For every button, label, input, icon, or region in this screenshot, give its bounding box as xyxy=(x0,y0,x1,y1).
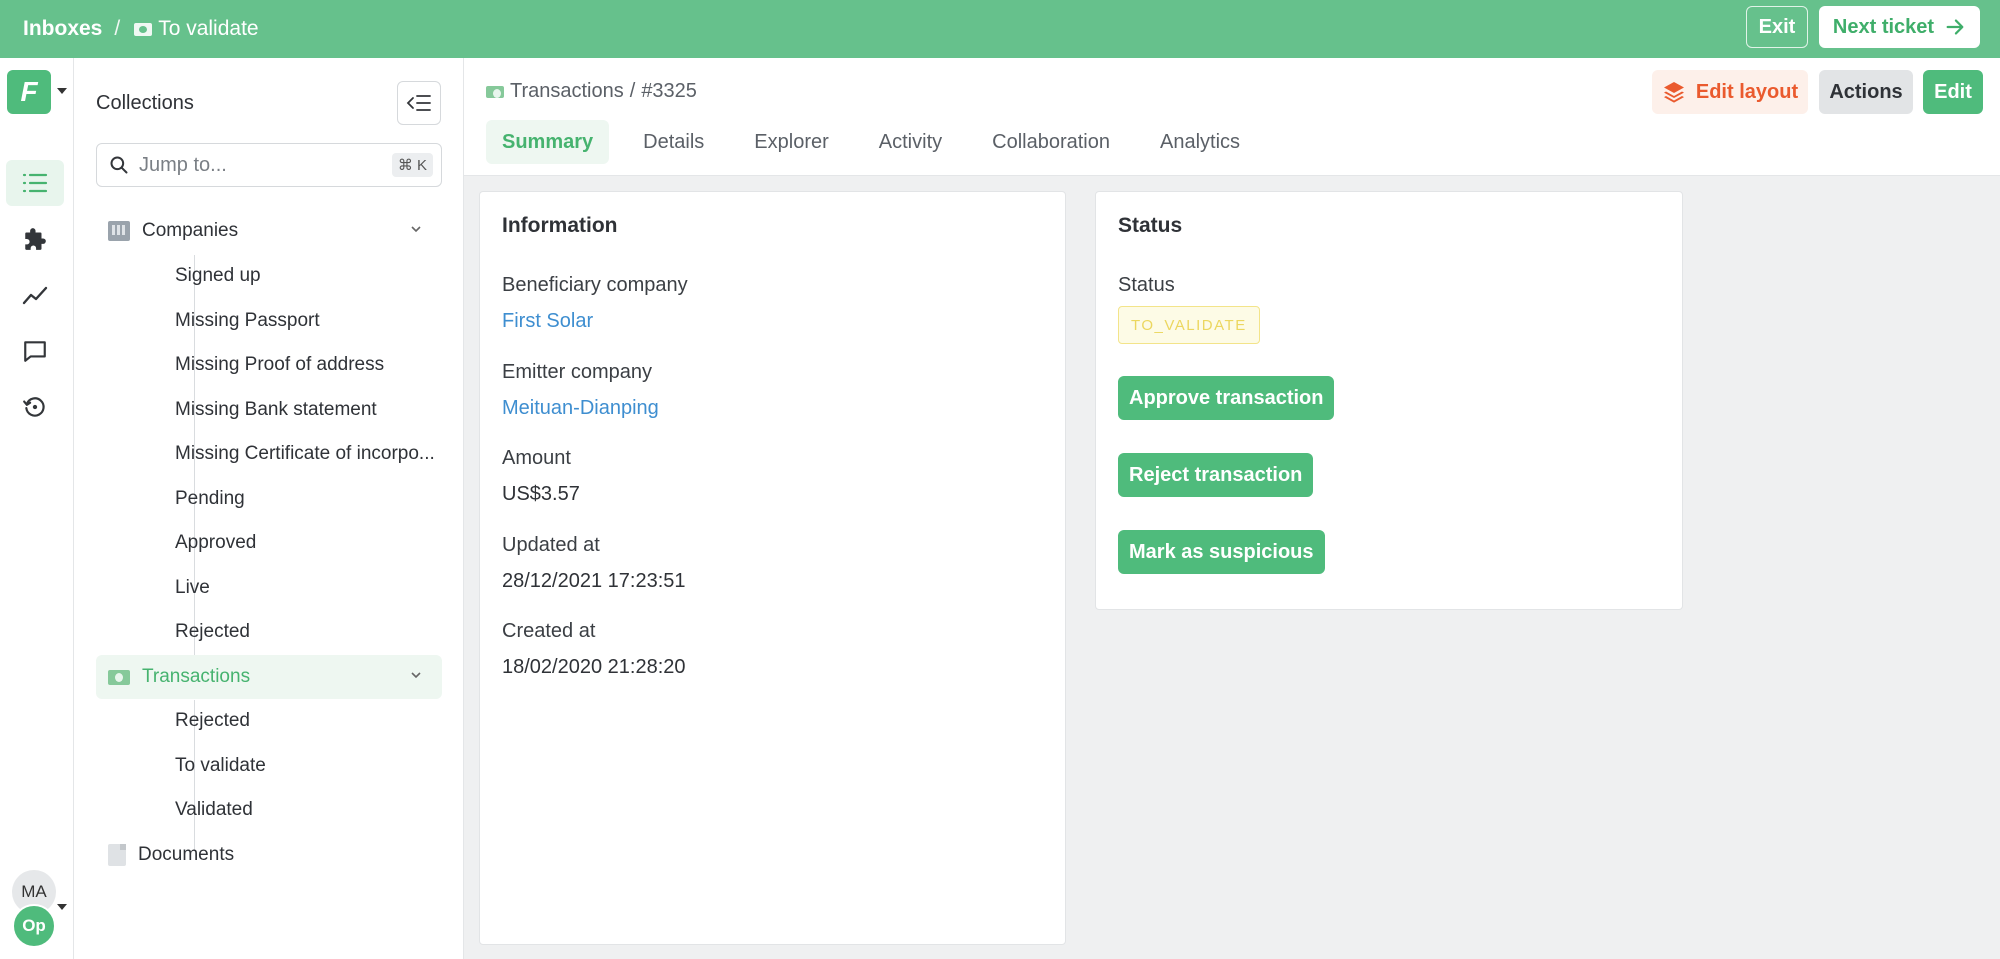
app-logo[interactable]: F xyxy=(7,70,51,114)
tree-group-companies[interactable]: Companies xyxy=(96,209,442,253)
breadcrumb-separator: / xyxy=(114,17,121,40)
tab-explorer[interactable]: Explorer xyxy=(738,120,844,164)
edit-layout-button[interactable]: Edit layout xyxy=(1652,70,1808,114)
record-header: Transactions / #3325 Edit layout Actions… xyxy=(464,58,2000,176)
layers-icon xyxy=(1663,82,1684,103)
tree-item-missing-proof-of-address[interactable]: Missing Proof of address xyxy=(96,343,442,387)
status-title: Status xyxy=(1118,214,1183,237)
breadcrumb-current: To validate xyxy=(158,17,259,40)
list-icon xyxy=(22,173,48,193)
updated-at-value: 28/12/2021 17:23:51 xyxy=(502,570,686,592)
org-avatar[interactable]: Op xyxy=(12,904,56,948)
created-at-value: 18/02/2020 21:28:20 xyxy=(502,656,686,678)
caret-down-icon[interactable] xyxy=(57,88,67,94)
edit-layout-label: Edit layout xyxy=(1695,80,1799,103)
jump-placeholder: Jump to... xyxy=(139,153,227,176)
field-label-emitter: Emitter company xyxy=(502,361,653,383)
next-ticket-label: Next ticket xyxy=(1832,15,1935,38)
mark-suspicious-button[interactable]: Mark as suspicious xyxy=(1118,530,1325,574)
record-id: #3325 xyxy=(641,80,697,102)
breadcrumb-inboxes-link[interactable]: Inboxes xyxy=(23,17,102,41)
tree-group-documents[interactable]: Documents xyxy=(96,833,442,877)
status-card: Status Status TO_VALIDATE Approve transa… xyxy=(1095,191,1683,610)
history-icon xyxy=(23,397,45,417)
field-label-updated-at: Updated at xyxy=(502,534,600,556)
tree-group-transactions[interactable]: Transactions xyxy=(96,655,442,699)
field-label-beneficiary: Beneficiary company xyxy=(502,274,688,296)
tree-item-missing-passport[interactable]: Missing Passport xyxy=(96,299,442,343)
tree-item-live[interactable]: Live xyxy=(96,566,442,610)
search-icon xyxy=(110,156,128,174)
jump-to-search[interactable]: Jump to... ⌘ K xyxy=(96,143,442,187)
breadcrumb: Inboxes / To validate xyxy=(23,0,259,58)
tree-item-pending[interactable]: Pending xyxy=(96,477,442,521)
rail-history[interactable] xyxy=(6,384,64,430)
tree-item-validated[interactable]: Validated xyxy=(96,788,442,832)
money-icon xyxy=(486,85,504,98)
approve-transaction-button[interactable]: Approve transaction xyxy=(1118,376,1335,420)
record-collection-link[interactable]: Transactions xyxy=(510,80,624,103)
rail-analytics[interactable] xyxy=(6,272,64,318)
tree-item-rejected[interactable]: Rejected xyxy=(96,610,442,654)
tree-item-missing-bank-statement[interactable]: Missing Bank statement xyxy=(96,388,442,432)
tab-analytics[interactable]: Analytics xyxy=(1144,120,1256,164)
tree-item-transactions-rejected[interactable]: Rejected xyxy=(96,699,442,743)
rail-collections[interactable] xyxy=(6,160,64,206)
chat-icon xyxy=(24,341,46,362)
actions-button[interactable]: Actions xyxy=(1819,70,1913,114)
tree-item-to-validate[interactable]: To validate xyxy=(96,744,442,788)
tab-collaboration[interactable]: Collaboration xyxy=(976,120,1126,164)
money-icon xyxy=(134,22,153,36)
caret-down-icon[interactable] xyxy=(57,904,67,910)
collapse-menu-icon xyxy=(406,95,431,111)
field-label-status: Status xyxy=(1118,274,1175,296)
arrow-right-icon xyxy=(1946,19,1964,35)
rail-messages[interactable] xyxy=(6,328,64,374)
field-label-amount: Amount xyxy=(502,447,571,469)
chart-line-icon xyxy=(22,286,48,305)
record-breadcrumb-separator: / xyxy=(629,80,636,102)
rail-integrations[interactable] xyxy=(6,216,64,262)
information-card: Information Beneficiary company First So… xyxy=(479,191,1066,945)
collections-sidebar: Collections Jump to... ⌘ K Companies Sig… xyxy=(74,58,464,959)
edit-button[interactable]: Edit xyxy=(1923,70,1983,114)
tree-item-signed-up[interactable]: Signed up xyxy=(96,254,442,298)
tree-group-label: Documents xyxy=(138,844,235,865)
tree-group-label: Companies xyxy=(142,220,239,241)
money-icon xyxy=(108,669,130,685)
chevron-down-icon[interactable] xyxy=(410,223,422,235)
reject-transaction-button[interactable]: Reject transaction xyxy=(1118,453,1314,497)
collections-title: Collections xyxy=(96,92,194,114)
top-bar: Inboxes / To validate Exit Next ticket xyxy=(0,0,2000,58)
puzzle-icon xyxy=(25,228,46,250)
amount-value: US$3.57 xyxy=(502,483,580,505)
status-badge: TO_VALIDATE xyxy=(1118,306,1260,344)
next-ticket-button[interactable]: Next ticket xyxy=(1819,6,1980,48)
building-icon xyxy=(108,221,130,241)
beneficiary-company-link[interactable]: First Solar xyxy=(502,310,593,333)
record-breadcrumb: Transactions / #3325 xyxy=(486,80,697,103)
emitter-company-link[interactable]: Meituan-Dianping xyxy=(502,397,659,420)
tree-group-label: Transactions xyxy=(142,666,251,687)
tab-activity[interactable]: Activity xyxy=(863,120,958,164)
tree-item-missing-certificate[interactable]: Missing Certificate of incorpo... xyxy=(96,432,442,476)
field-label-created-at: Created at xyxy=(502,620,596,642)
document-icon xyxy=(108,844,126,866)
record-tabs: Summary Details Explorer Activity Collab… xyxy=(486,120,1274,164)
tab-summary[interactable]: Summary xyxy=(486,120,610,164)
left-rail: F MA Op xyxy=(0,58,74,959)
shortcut-hint: ⌘ K xyxy=(391,153,433,177)
exit-button[interactable]: Exit xyxy=(1746,6,1808,48)
collapse-sidebar-button[interactable] xyxy=(397,81,441,125)
tab-details[interactable]: Details xyxy=(627,120,720,164)
tree-item-approved[interactable]: Approved xyxy=(96,521,442,565)
information-title: Information xyxy=(502,214,618,237)
chevron-down-icon[interactable] xyxy=(410,669,422,681)
